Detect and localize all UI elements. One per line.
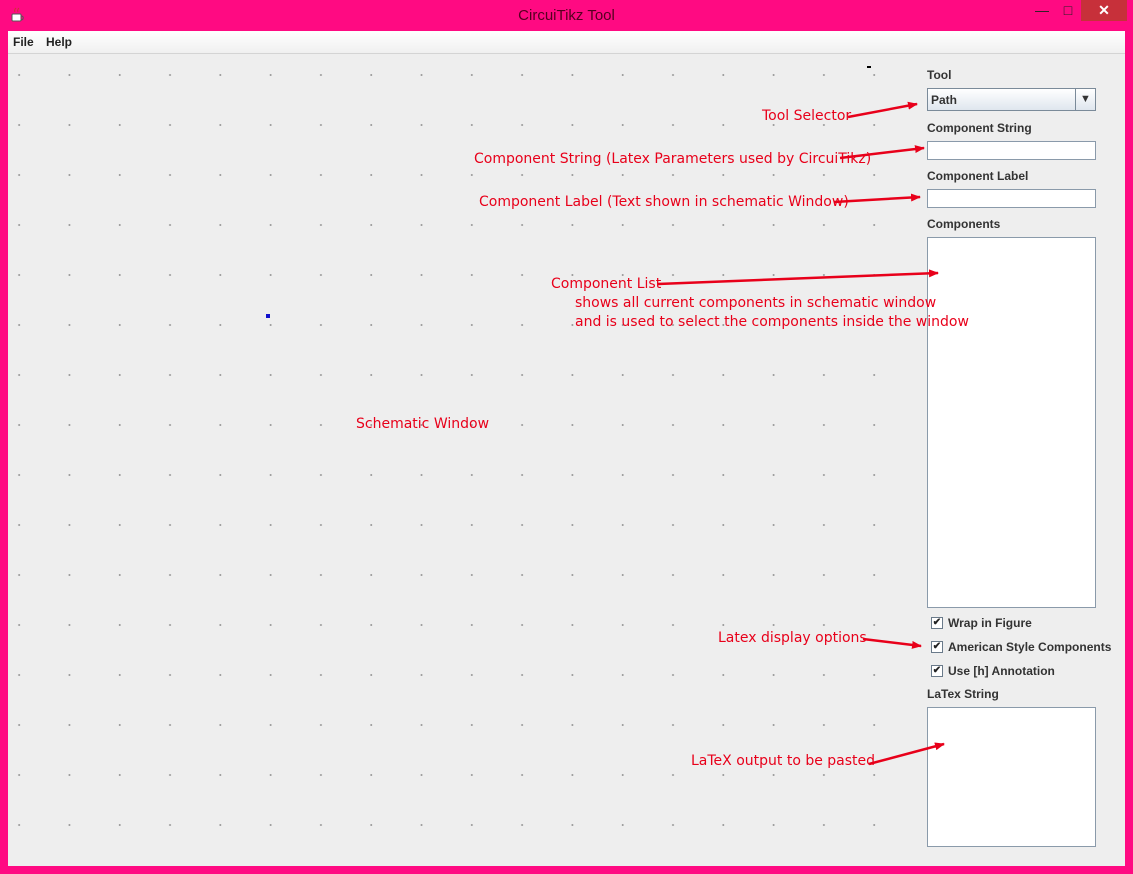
arrow-component-list: [657, 269, 939, 286]
app-window: CircuiTikz Tool — □ ✕ File Help Tool Pat…: [0, 0, 1133, 874]
arrow-tool-selector: [847, 101, 918, 119]
annotation-arrows: [657, 101, 945, 766]
arrow-component-label: [833, 193, 921, 204]
arrow-latex-options: [862, 637, 922, 649]
arrow-component-string: [839, 145, 925, 160]
arrow-latex-output: [868, 742, 945, 766]
